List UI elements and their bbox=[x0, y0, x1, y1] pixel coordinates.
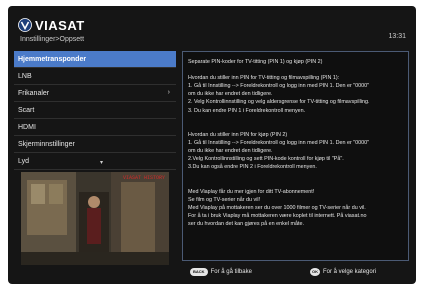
info-line: 1. Gå til Innstilling --> Foreldrekontro… bbox=[188, 139, 370, 146]
viasat-logo-icon bbox=[18, 18, 32, 32]
chevron-right-icon: › bbox=[167, 89, 170, 96]
ok-key-icon: OK bbox=[310, 268, 320, 276]
tv-preview: VIASAT HISTORY bbox=[21, 172, 169, 265]
footer-ok-hint[interactable]: OK For å velge kategori bbox=[310, 266, 376, 278]
channel-label: VIASAT HISTORY bbox=[122, 175, 165, 181]
info-line: 2.Velg Kontrollinnstilling og sett PIN-k… bbox=[188, 156, 344, 163]
clock: 13:31 bbox=[388, 33, 406, 40]
menu-item-label: Scart bbox=[18, 106, 35, 114]
info-line bbox=[188, 179, 403, 187]
tv-screen: VIASAT Innstillinger>Oppsett 13:31 Hjemm… bbox=[8, 6, 416, 284]
info-line: Separate PIN-koder for TV-titting (PIN 1… bbox=[188, 59, 323, 65]
info-line: ser du hvordan det kan gjøres på en enke… bbox=[188, 220, 304, 227]
brand-name: VIASAT bbox=[35, 17, 85, 33]
menu-item-label: Frikanaler bbox=[18, 89, 50, 97]
info-line bbox=[188, 66, 403, 74]
menu-item-frikanaler[interactable]: Frikanaler › bbox=[14, 85, 176, 102]
menu-item-label: Lyd bbox=[18, 157, 30, 165]
info-line: om du ikke har endret den tidligere. bbox=[188, 148, 273, 155]
info-line: 1. Gå til Innstilling --> Foreldrekontro… bbox=[188, 83, 370, 90]
scroll-down-icon[interactable]: ▾ bbox=[100, 159, 103, 166]
info-line: Se film og TV-serier når du vil! bbox=[188, 196, 261, 203]
info-line: Hvordan du stiller inn PIN for kjøp (PIN… bbox=[188, 131, 288, 138]
info-line bbox=[188, 171, 403, 179]
menu-item-skjerminnstillinger[interactable]: Skjerminnstillinger bbox=[14, 136, 176, 153]
menu-item-label: LNB bbox=[18, 72, 32, 80]
info-line bbox=[188, 123, 403, 131]
menu-item-scart[interactable]: Scart bbox=[14, 102, 176, 119]
menu-item-lnb[interactable]: LNB bbox=[14, 68, 176, 85]
menu-item-hjemmetransponder[interactable]: Hjemmetransponder bbox=[14, 51, 176, 68]
menu-item-hdmi[interactable]: HDMI bbox=[14, 119, 176, 136]
menu-item-label: Hjemmetransponder bbox=[18, 55, 87, 63]
menu-item-lyd[interactable]: Lyd bbox=[14, 153, 176, 170]
info-line: Med Viaplay på mottakeren ser du over 10… bbox=[188, 204, 366, 211]
info-line: om du ikke har endret den tidligere. bbox=[188, 91, 273, 98]
info-line bbox=[188, 115, 403, 123]
info-panel: Separate PIN-koder for TV-titting (PIN 1… bbox=[182, 51, 409, 261]
info-line: For å ta i bruk Viaplay må mottakeren væ… bbox=[188, 212, 367, 219]
settings-menu: Hjemmetransponder LNB Frikanaler › Scart … bbox=[14, 51, 176, 170]
info-line: 3.Du kan også endre PIN 2 i Foreldrekont… bbox=[188, 164, 317, 171]
menu-item-label: Skjerminnstillinger bbox=[18, 140, 75, 148]
back-key-icon: BACK bbox=[190, 268, 208, 276]
viasat-brand: VIASAT bbox=[18, 17, 85, 33]
preview-video-frame bbox=[21, 172, 169, 265]
info-line: Med Viaplay får du mer igjen for ditt TV… bbox=[188, 188, 315, 195]
info-line: Hvordan du stiller inn PIN for TV-tittin… bbox=[188, 75, 340, 82]
breadcrumb: Innstillinger>Oppsett bbox=[20, 36, 85, 43]
info-line: 2. Velg Kontrollinnstilling og velg alde… bbox=[188, 99, 370, 106]
ok-hint-label: For å velge kategori bbox=[323, 269, 377, 275]
footer-back-hint[interactable]: BACK For å gå tilbake bbox=[190, 266, 252, 278]
menu-item-label: HDMI bbox=[18, 123, 36, 131]
info-line: 3. Du kan endre PIN 1 i Foreldrekontroll… bbox=[188, 107, 306, 114]
back-hint-label: For å gå tilbake bbox=[210, 269, 252, 275]
